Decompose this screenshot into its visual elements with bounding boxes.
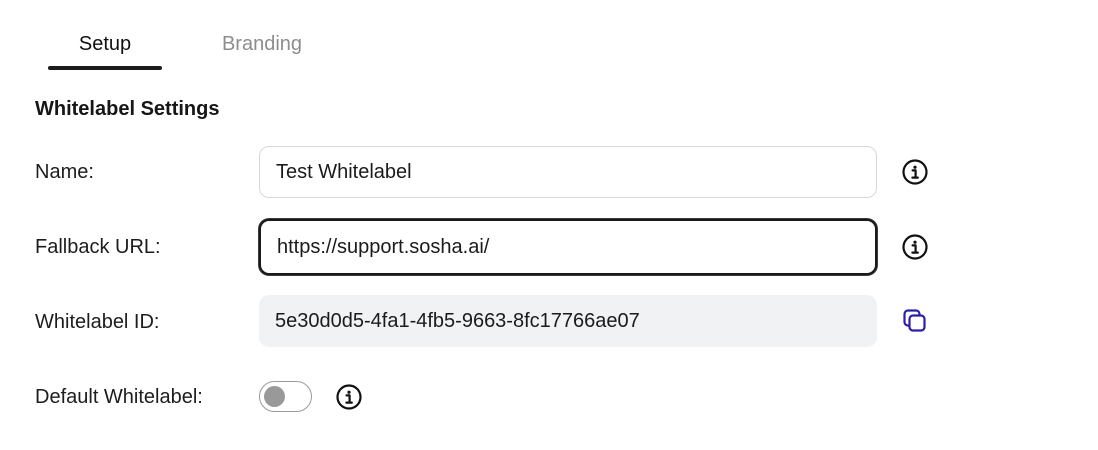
tab-bar: Setup Branding bbox=[0, 0, 1098, 72]
tab-branding[interactable]: Branding bbox=[205, 30, 319, 70]
default-whitelabel-label: Default Whitelabel: bbox=[35, 386, 203, 408]
name-input[interactable] bbox=[259, 146, 877, 198]
section-title: Whitelabel Settings bbox=[35, 98, 220, 120]
whitelabel-settings-panel: Setup Branding Whitelabel Settings Name:… bbox=[0, 0, 1098, 450]
default-whitelabel-toggle[interactable] bbox=[259, 381, 312, 412]
toggle-knob bbox=[264, 386, 285, 407]
name-label: Name: bbox=[35, 161, 94, 183]
info-icon[interactable] bbox=[335, 383, 363, 411]
copy-icon[interactable] bbox=[901, 307, 929, 335]
tab-setup[interactable]: Setup bbox=[48, 30, 162, 70]
fallback-url-label: Fallback URL: bbox=[35, 236, 161, 258]
info-icon[interactable] bbox=[901, 233, 929, 261]
whitelabel-id-label: Whitelabel ID: bbox=[35, 311, 160, 333]
info-icon[interactable] bbox=[901, 158, 929, 186]
whitelabel-id-field[interactable] bbox=[259, 295, 877, 347]
active-tab-indicator bbox=[48, 66, 162, 70]
fallback-url-input[interactable] bbox=[259, 219, 877, 275]
